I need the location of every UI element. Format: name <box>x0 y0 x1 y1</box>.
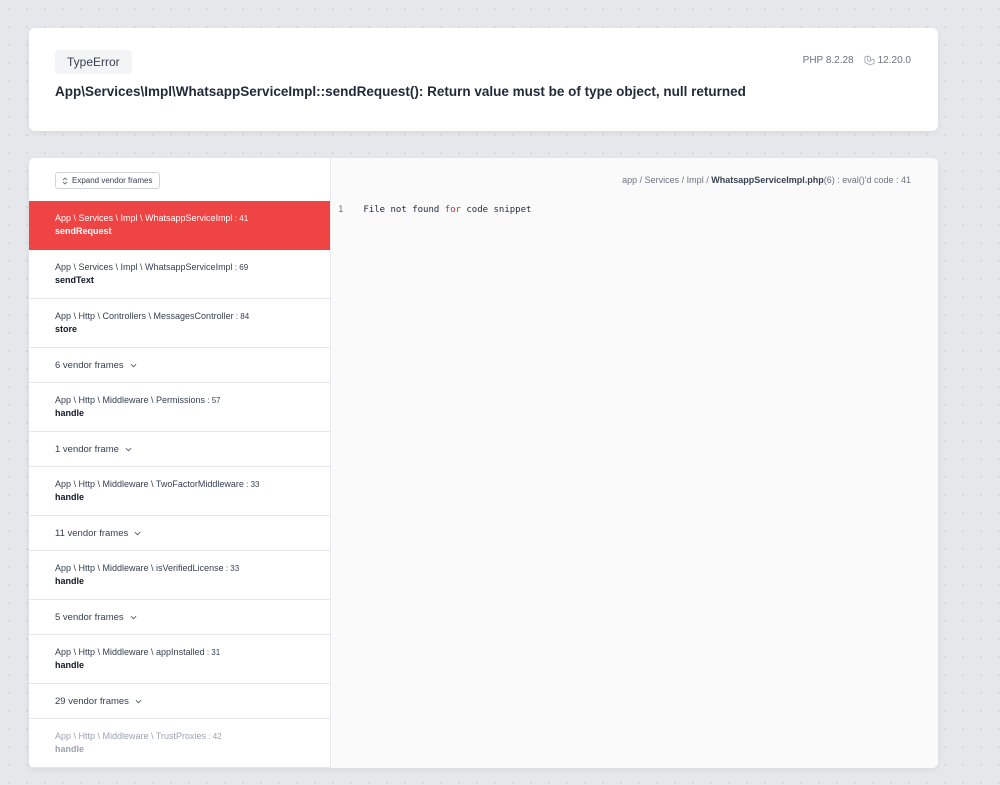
frame-method: sendRequest <box>55 226 112 236</box>
frame-method: sendText <box>55 275 94 285</box>
frame-class: App \ Http \ Middleware \ TwoFactorMiddl… <box>55 478 304 491</box>
chevron-down-icon <box>130 363 137 367</box>
chevron-down-icon <box>125 447 132 451</box>
vendor-frames-toggle[interactable]: 5 vendor frames <box>29 600 330 635</box>
frame-class: App \ Http \ Middleware \ Permissions : … <box>55 394 304 407</box>
stack-frame[interactable]: App \ Http \ Middleware \ isVerifiedLice… <box>29 551 330 600</box>
frame-class: App \ Services \ Impl \ WhatsappServiceI… <box>55 261 304 274</box>
frame-method: handle <box>55 408 85 418</box>
exception-header: TypeError PHP 8.2.28 12.20.0 App\Service… <box>29 28 938 131</box>
frame-class-name: App \ Http \ Middleware \ Permissions <box>55 395 206 405</box>
frame-line-number: 31 <box>211 648 221 657</box>
frame-class-name: App \ Services \ Impl \ WhatsappServiceI… <box>55 213 233 223</box>
vendor-frames-label: 11 vendor frames <box>55 527 129 539</box>
frame-method: handle <box>55 576 85 586</box>
frame-method: store <box>55 324 78 334</box>
vendor-frames-toggle[interactable]: 6 vendor frames <box>29 348 330 383</box>
code-text-before: File not found <box>363 205 445 215</box>
frame-method: handle <box>55 660 85 670</box>
stack-frame[interactable]: App \ Http \ Controllers \ MessagesContr… <box>29 299 330 348</box>
vendor-frames-toggle[interactable]: 11 vendor frames <box>29 516 330 551</box>
vendor-frames-label: 1 vendor frame <box>55 443 119 455</box>
code-line: 1 File not found for code snippet <box>338 205 531 215</box>
frame-class-name: App \ Http \ Middleware \ appInstalled <box>55 647 205 657</box>
stack-frames-panel: Expand vendor frames App \ Services \ Im… <box>29 158 331 768</box>
stack-frame[interactable]: App \ Http \ Middleware \ appInstalled :… <box>29 635 330 684</box>
line-number: 1 <box>338 205 344 215</box>
php-version: PHP 8.2.28 <box>802 55 854 66</box>
exception-message: App\Services\Impl\WhatsappServiceImpl::s… <box>55 84 746 99</box>
frame-line-number: 41 <box>239 214 249 223</box>
version-info: PHP 8.2.28 12.20.0 <box>803 55 911 66</box>
frame-line-separator: : <box>243 480 251 489</box>
frame-class: App \ Http \ Middleware \ isVerifiedLice… <box>55 562 304 575</box>
frame-class-name: App \ Services \ Impl \ WhatsappServiceI… <box>55 262 233 272</box>
frame-line-number: 57 <box>211 396 221 405</box>
file-path-suffix: (6) : eval()'d code : 41 <box>823 175 911 185</box>
frame-class: App \ Http \ Middleware \ TrustProxies :… <box>55 730 304 743</box>
frame-class: App \ Services \ Impl \ WhatsappServiceI… <box>55 212 304 225</box>
code-keyword: for <box>444 205 461 215</box>
frame-line-number: 69 <box>239 263 249 272</box>
expand-vendor-frames-label: Expand vendor frames <box>72 176 153 185</box>
stack-frame[interactable]: App \ Services \ Impl \ WhatsappServiceI… <box>29 250 330 299</box>
frame-class-name: App \ Http \ Middleware \ TwoFactorMiddl… <box>55 479 244 489</box>
expand-vertical-icon <box>62 176 68 185</box>
frame-line-separator: : <box>205 396 212 405</box>
frame-method: handle <box>55 744 85 754</box>
vendor-frames-label: 29 vendor frames <box>55 695 129 707</box>
vendor-frames-label: 5 vendor frames <box>55 611 124 623</box>
expand-row: Expand vendor frames <box>29 158 330 201</box>
chevron-down-icon <box>130 615 137 619</box>
stack-trace-card: Expand vendor frames App \ Services \ Im… <box>29 158 938 768</box>
code-snippet-panel: app / Services / Impl / WhatsappServiceI… <box>332 158 938 768</box>
stack-frame[interactable]: App \ Http \ Middleware \ Permissions : … <box>29 383 330 432</box>
exception-type-badge: TypeError <box>55 50 132 74</box>
frame-class-name: App \ Http \ Middleware \ isVerifiedLice… <box>55 563 224 573</box>
vendor-frames-toggle[interactable]: 29 vendor frames <box>29 684 330 719</box>
expand-vendor-frames-button[interactable]: Expand vendor frames <box>55 172 160 189</box>
frame-line-separator: : <box>206 732 213 741</box>
code-text-after: code snippet <box>460 205 532 215</box>
stack-frame[interactable]: App \ Http \ Middleware \ TrustProxies :… <box>29 719 330 768</box>
laravel-version: 12.20.0 <box>877 55 911 66</box>
vendor-frames-toggle[interactable]: 1 vendor frame <box>29 432 330 467</box>
chevron-down-icon <box>134 531 141 535</box>
frame-class-name: App \ Http \ Middleware \ TrustProxies <box>55 731 207 741</box>
frame-class: App \ Http \ Controllers \ MessagesContr… <box>55 310 304 323</box>
frame-list: App \ Services \ Impl \ WhatsappServiceI… <box>29 201 330 768</box>
laravel-logo-icon <box>864 55 875 66</box>
frame-class-name: App \ Http \ Controllers \ MessagesContr… <box>55 311 234 321</box>
frame-line-number: 33 <box>250 480 260 489</box>
frame-method: handle <box>55 492 85 502</box>
frame-line-number: 42 <box>212 732 222 741</box>
frame-line-number: 84 <box>240 312 250 321</box>
laravel-version-group: 12.20.0 <box>864 55 911 66</box>
frame-class: App \ Http \ Middleware \ appInstalled :… <box>55 646 304 659</box>
chevron-down-icon <box>135 699 142 703</box>
code-text: File not found for code snippet <box>363 205 531 215</box>
vendor-frames-label: 6 vendor frames <box>55 359 124 371</box>
file-path: app / Services / Impl / WhatsappServiceI… <box>622 175 911 185</box>
file-path-prefix: app / Services / Impl / <box>622 175 712 185</box>
file-path-filename: WhatsappServiceImpl.php <box>711 175 824 185</box>
frame-line-number: 33 <box>230 564 240 573</box>
stack-frame[interactable]: App \ Http \ Middleware \ TwoFactorMiddl… <box>29 467 330 516</box>
stack-frame[interactable]: App \ Services \ Impl \ WhatsappServiceI… <box>29 201 330 250</box>
